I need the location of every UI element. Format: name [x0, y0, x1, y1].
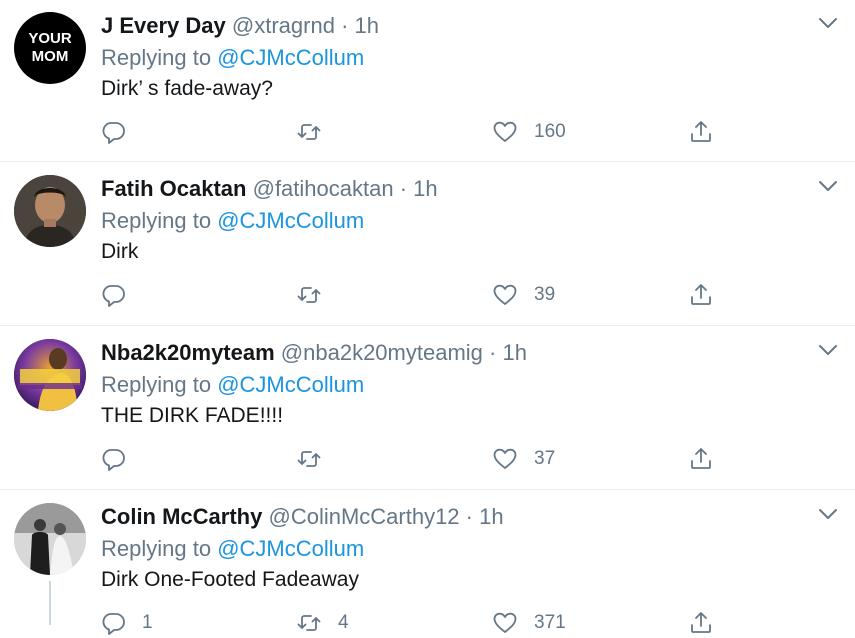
- chevron-down-icon[interactable]: [815, 175, 841, 197]
- retweet-button[interactable]: [296, 280, 338, 310]
- avatar-text-line2: MOM: [32, 48, 69, 65]
- reply-count: 1: [142, 612, 153, 633]
- tweet-actions: 39: [100, 280, 840, 310]
- replying-to: Replying to @CJMcCollum: [101, 207, 364, 235]
- avatar[interactable]: YOUR MOM: [14, 12, 86, 84]
- replying-to: Replying to @CJMcCollum: [101, 371, 364, 399]
- replying-to-label: Replying to: [101, 208, 218, 233]
- heart-icon: [493, 448, 517, 469]
- avatar[interactable]: [14, 503, 86, 575]
- reply-icon: [102, 449, 125, 471]
- mention-link[interactable]: @CJMcCollum: [217, 372, 364, 397]
- reply-button[interactable]: [100, 280, 142, 310]
- user-handle[interactable]: @fatihocaktan: [253, 176, 394, 201]
- share-icon: [691, 448, 711, 469]
- reply-button[interactable]: 1: [100, 608, 153, 638]
- retweet-icon: [297, 287, 321, 303]
- timestamp[interactable]: 1h: [479, 504, 503, 529]
- tweet[interactable]: Colin McCarthy @ColinMcCarthy12 · 1h Rep…: [0, 491, 855, 635]
- retweet-button[interactable]: [296, 117, 338, 147]
- share-button[interactable]: [688, 280, 714, 310]
- timestamp[interactable]: 1h: [502, 340, 526, 365]
- chevron-down-icon[interactable]: [815, 503, 841, 525]
- replying-to: Replying to @CJMcCollum: [101, 535, 364, 563]
- separator: ·: [399, 176, 408, 201]
- reply-icon: [102, 285, 125, 307]
- reply-button[interactable]: [100, 444, 142, 474]
- tweet-text: THE DIRK FADE!!!!: [101, 404, 284, 427]
- mention-link[interactable]: @CJMcCollum: [217, 45, 364, 70]
- display-name[interactable]: Fatih Ocaktan: [101, 176, 246, 201]
- share-icon: [691, 121, 711, 142]
- tweet-actions: 37: [100, 444, 840, 474]
- separator: ·: [465, 504, 473, 529]
- retweet-icon: [297, 124, 321, 140]
- tweet-header: J Every Day @xtragrnd · 1h: [101, 12, 379, 40]
- tweet-text: Dirk: [101, 240, 139, 263]
- user-handle[interactable]: @ColinMcCarthy12: [268, 504, 459, 529]
- heart-icon: [493, 612, 517, 633]
- chevron-down-icon[interactable]: [815, 12, 841, 34]
- share-button[interactable]: [688, 444, 714, 474]
- divider: [0, 325, 855, 326]
- share-button[interactable]: [688, 117, 714, 147]
- like-button[interactable]: 371: [492, 608, 566, 638]
- heart-icon: [493, 284, 517, 305]
- tweet[interactable]: Fatih Ocaktan @fatihocaktan · 1h Replyin…: [0, 163, 855, 327]
- reply-button[interactable]: [100, 117, 142, 147]
- separator: ·: [489, 340, 497, 365]
- tweet[interactable]: YOUR MOM J Every Day @xtragrnd · 1h Repl…: [0, 0, 855, 164]
- display-name[interactable]: J Every Day: [101, 13, 226, 38]
- tweet-header: Colin McCarthy @ColinMcCarthy12 · 1h: [101, 503, 504, 531]
- like-count: 39: [534, 284, 556, 305]
- share-icon: [691, 284, 711, 305]
- tweet-header: Fatih Ocaktan @fatihocaktan · 1h: [101, 175, 438, 203]
- like-button[interactable]: 160: [492, 117, 566, 147]
- share-icon: [691, 612, 711, 633]
- tweet-actions: 160: [100, 117, 840, 147]
- reply-icon: [102, 613, 125, 635]
- divider: [0, 489, 855, 490]
- display-name[interactable]: Colin McCarthy: [101, 504, 262, 529]
- like-count: 37: [534, 448, 556, 469]
- user-handle[interactable]: @xtragrnd: [232, 13, 335, 38]
- avatar[interactable]: [14, 339, 86, 411]
- tweet-header: Nba2k20myteam @nba2k20myteamig · 1h: [101, 339, 527, 367]
- like-button[interactable]: 37: [492, 444, 555, 474]
- avatar[interactable]: [14, 175, 86, 247]
- like-count: 371: [534, 612, 566, 633]
- retweet-icon: [297, 451, 321, 467]
- heart-icon: [493, 121, 517, 142]
- replying-to: Replying to @CJMcCollum: [101, 44, 364, 72]
- replying-to-label: Replying to: [101, 372, 218, 397]
- separator: ·: [341, 13, 349, 38]
- chevron-down-icon[interactable]: [815, 339, 841, 361]
- divider: [0, 161, 855, 162]
- replying-to-label: Replying to: [101, 536, 218, 561]
- reply-icon: [102, 122, 125, 144]
- retweet-button[interactable]: [296, 444, 338, 474]
- user-handle[interactable]: @nba2k20myteamig: [281, 340, 483, 365]
- avatar-text-line1: YOUR: [28, 30, 72, 47]
- tweet-text: Dirk’ s fade-away?: [101, 77, 273, 100]
- timestamp[interactable]: 1h: [355, 13, 379, 38]
- share-button[interactable]: [688, 608, 714, 638]
- retweet-count: 4: [338, 612, 349, 633]
- display-name[interactable]: Nba2k20myteam: [101, 340, 275, 365]
- replying-to-label: Replying to: [101, 45, 218, 70]
- like-button[interactable]: 39: [492, 280, 555, 310]
- mention-link[interactable]: @CJMcCollum: [217, 536, 364, 561]
- like-count: 160: [534, 121, 566, 142]
- tweet-actions: 1 4 371: [100, 608, 840, 638]
- retweet-icon: [297, 615, 321, 631]
- thread-connector: [49, 581, 51, 625]
- retweet-button[interactable]: 4: [296, 608, 349, 638]
- mention-link[interactable]: @CJMcCollum: [217, 208, 364, 233]
- tweet[interactable]: Nba2k20myteam @nba2k20myteamig · 1h Repl…: [0, 327, 855, 491]
- tweet-text: Dirk One-Footed Fadeaway: [101, 568, 359, 591]
- timestamp[interactable]: 1h: [413, 176, 437, 201]
